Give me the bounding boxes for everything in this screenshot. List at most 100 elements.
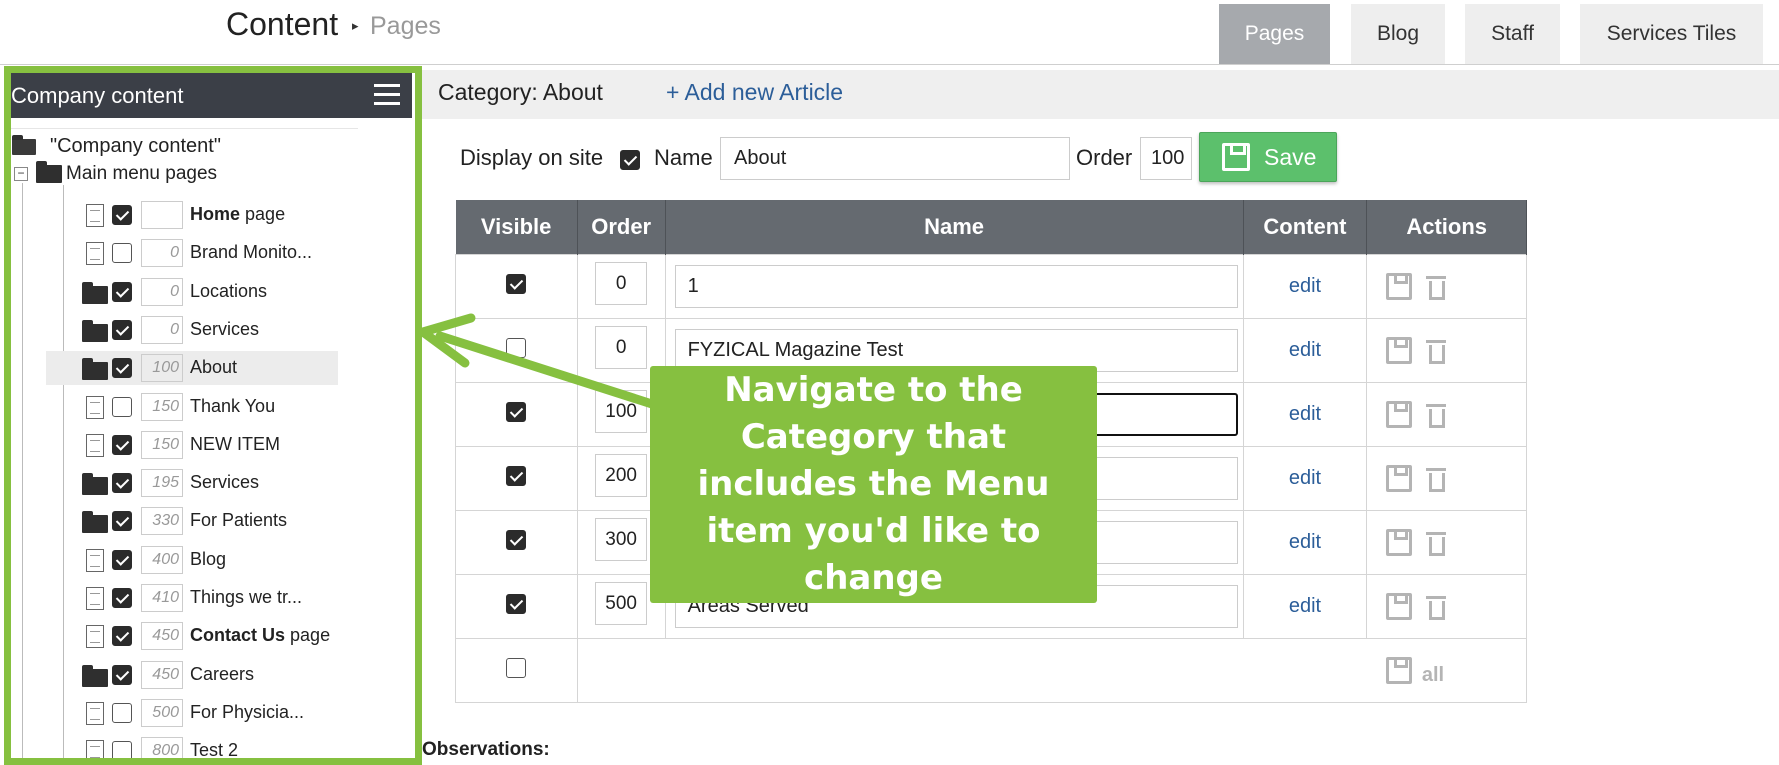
tree-item-label: Blog <box>190 549 227 569</box>
tree-item-visible-checkbox[interactable] <box>112 511 132 531</box>
tree-item-visible-checkbox[interactable] <box>112 703 132 723</box>
tree-root[interactable]: "Company content" <box>12 134 221 158</box>
visible-checkbox[interactable] <box>506 465 527 486</box>
actions-cell: all <box>1366 637 1527 703</box>
edit-link[interactable]: edit <box>1289 339 1321 361</box>
tree-item[interactable]: 800 Test 2 <box>8 734 338 765</box>
tree-item-order-input[interactable]: 800 <box>141 737 183 765</box>
add-article-link[interactable]: + Add new Article <box>666 79 843 106</box>
trash-icon[interactable] <box>1426 466 1447 492</box>
tree-item-visible-checkbox[interactable] <box>112 205 132 225</box>
order-input[interactable]: 300 <box>595 518 648 561</box>
article-name-input[interactable]: 1 <box>674 264 1238 308</box>
save-row-icon[interactable] <box>1386 400 1413 428</box>
tree-item[interactable]: 150 NEW ITEM <box>8 428 338 462</box>
tree-item-label-suffix: page <box>290 625 331 645</box>
tree-item-visible-checkbox[interactable] <box>112 550 132 570</box>
edit-link[interactable]: edit <box>1289 467 1321 489</box>
visible-checkbox[interactable] <box>506 337 527 358</box>
tree-item[interactable]: 450 Careers <box>8 658 338 692</box>
save-row-icon[interactable] <box>1386 592 1413 620</box>
save-all-icon[interactable] <box>1385 656 1412 684</box>
trash-icon[interactable] <box>1426 402 1447 428</box>
select-all-checkbox[interactable] <box>506 657 527 678</box>
tree-item-visible-checkbox[interactable] <box>112 358 132 378</box>
visible-checkbox[interactable] <box>506 593 527 614</box>
edit-link[interactable]: edit <box>1289 531 1321 553</box>
order-input[interactable]: 200 <box>595 454 648 497</box>
save-row-icon[interactable] <box>1386 528 1413 556</box>
tree-item[interactable]: 100 About <box>46 351 338 385</box>
tree-item-order-input[interactable]: 150 <box>141 393 183 421</box>
order-input[interactable]: 0 <box>595 326 648 369</box>
order-input[interactable] <box>1140 137 1192 180</box>
tree-item[interactable]: 500 For Physicia... <box>8 696 338 730</box>
tree-item[interactable]: 0 Services <box>8 313 338 347</box>
tree-item-visible-checkbox[interactable] <box>112 282 132 302</box>
edit-link[interactable]: edit <box>1289 403 1321 425</box>
display-on-site-checkbox[interactable] <box>620 150 640 170</box>
tab-staff[interactable]: Staff <box>1465 4 1560 64</box>
tree-item-order-input[interactable]: 330 <box>141 507 183 535</box>
menu-icon[interactable] <box>374 84 400 108</box>
tree-item[interactable]: 0 Brand Monito... <box>8 236 338 270</box>
tree-item-order-input[interactable]: 450 <box>141 661 183 689</box>
tree-item[interactable]: 150 Thank You <box>8 390 338 424</box>
tree-item-order-input[interactable] <box>141 201 183 229</box>
tree-item[interactable]: 410 Things we tr... <box>8 581 338 615</box>
tree-item-visible-checkbox[interactable] <box>112 397 132 417</box>
tab-services-tiles[interactable]: Services Tiles <box>1580 4 1763 64</box>
tree-item-order-input[interactable]: 400 <box>141 546 183 574</box>
tree-item-visible-checkbox[interactable] <box>112 473 132 493</box>
tree-item[interactable]: 195 Services <box>8 466 338 500</box>
tree-item[interactable]: 450 Contact Us page <box>8 619 338 653</box>
trash-icon[interactable] <box>1426 530 1447 556</box>
tree-item-visible-checkbox[interactable] <box>112 665 132 685</box>
tree-item[interactable]: 330 For Patients <box>8 504 338 538</box>
save-button[interactable]: Save <box>1199 132 1337 182</box>
visible-checkbox[interactable] <box>506 401 527 422</box>
tree-item-visible-checkbox[interactable] <box>112 588 132 608</box>
col-content: Content <box>1243 200 1368 254</box>
tree-root-label: "Company content" <box>50 135 221 157</box>
save-row-icon[interactable] <box>1386 464 1413 492</box>
trash-icon[interactable] <box>1426 274 1447 300</box>
tree-item-visible-checkbox[interactable] <box>112 320 132 340</box>
tree-item-order-input[interactable]: 195 <box>141 469 183 497</box>
trash-icon[interactable] <box>1426 594 1447 620</box>
edit-link[interactable]: edit <box>1289 595 1321 617</box>
name-input[interactable] <box>720 137 1070 180</box>
tree-item-order-input[interactable]: 0 <box>141 278 183 306</box>
visible-checkbox[interactable] <box>506 273 527 294</box>
breadcrumb[interactable]: Pages <box>370 12 441 41</box>
col-order: Order <box>577 200 666 254</box>
tree-node-label: Main menu pages <box>66 163 218 184</box>
save-all-label[interactable]: all <box>1422 664 1444 687</box>
order-input[interactable]: 0 <box>595 262 648 305</box>
tree-item[interactable]: Home page <box>8 198 338 232</box>
tree-item-order-input[interactable]: 0 <box>141 239 183 267</box>
order-input[interactable]: 500 <box>595 582 648 625</box>
tree-item-visible-checkbox[interactable] <box>112 435 132 455</box>
collapse-icon[interactable]: − <box>14 167 28 181</box>
tab-pages[interactable]: Pages <box>1219 4 1330 64</box>
edit-link[interactable]: edit <box>1289 275 1321 297</box>
tree-item-order-input[interactable]: 450 <box>141 622 183 650</box>
order-input[interactable]: 100 <box>595 390 648 433</box>
tree-item-visible-checkbox[interactable] <box>112 626 132 646</box>
tab-blog[interactable]: Blog <box>1351 4 1445 64</box>
tree-item-visible-checkbox[interactable] <box>112 741 132 761</box>
save-row-icon[interactable] <box>1386 272 1413 300</box>
tree-item[interactable]: 0 Locations <box>8 275 338 309</box>
tree-item-order-input[interactable]: 410 <box>141 584 183 612</box>
tree-item-order-input[interactable]: 0 <box>141 316 183 344</box>
tree-item-order-input[interactable]: 100 <box>141 354 183 382</box>
tree-node-main-menu[interactable]: − Main menu pages <box>14 161 218 185</box>
visible-checkbox[interactable] <box>506 529 527 550</box>
trash-icon[interactable] <box>1426 338 1447 364</box>
tree-item-order-input[interactable]: 150 <box>141 431 183 459</box>
tree-item[interactable]: 400 Blog <box>8 543 338 577</box>
save-row-icon[interactable] <box>1386 336 1413 364</box>
tree-item-visible-checkbox[interactable] <box>112 243 132 263</box>
tree-item-order-input[interactable]: 500 <box>141 699 183 727</box>
